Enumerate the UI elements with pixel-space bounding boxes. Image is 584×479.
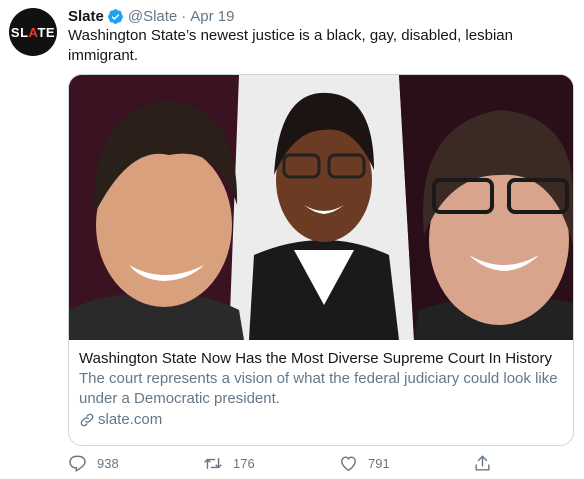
retweet-icon	[204, 458, 222, 469]
link-card[interactable]: Washington State Now Has the Most Divers…	[68, 74, 574, 446]
like-button[interactable]: 791	[339, 454, 390, 473]
tweet-text: Washington State’s newest justice is a b…	[68, 27, 513, 64]
author-avatar[interactable]: SLATE	[9, 8, 57, 56]
reply-button[interactable]: 938	[68, 454, 119, 473]
reply-count: 938	[97, 456, 119, 471]
card-description: The court represents a vision of what th…	[79, 370, 558, 407]
tweet-content: Slate @Slate · Apr 19 Washington State’s…	[68, 6, 574, 473]
card-domain-text: slate.com	[98, 411, 163, 428]
share-button[interactable]	[473, 454, 502, 473]
card-image	[69, 75, 573, 340]
tweet-actions: 938 176 791	[68, 454, 573, 476]
tweet[interactable]: SLATE Slate @Slate · Apr 19 Washington S…	[0, 0, 584, 479]
author-handle[interactable]: @Slate	[128, 8, 177, 25]
tweet-date[interactable]: Apr 19	[190, 8, 234, 25]
tweet-header: Slate @Slate · Apr 19	[68, 6, 573, 26]
like-count: 791	[368, 456, 390, 471]
retweet-button[interactable]: 176	[203, 454, 255, 473]
card-body: Washington State Now Has the Most Divers…	[69, 340, 573, 430]
heart-icon	[341, 456, 356, 472]
reply-icon	[69, 455, 86, 473]
link-icon	[80, 413, 94, 427]
card-domain: slate.com	[79, 410, 563, 430]
separator-dot: ·	[181, 7, 187, 25]
avatar-logo-text: SLATE	[10, 24, 56, 40]
card-title: Washington State Now Has the Most Divers…	[79, 350, 552, 367]
author-name[interactable]: Slate	[68, 8, 104, 25]
card-photo-illustration	[69, 75, 573, 340]
retweet-count: 176	[233, 456, 255, 471]
share-icon	[475, 455, 490, 471]
verified-badge-icon	[107, 8, 123, 24]
